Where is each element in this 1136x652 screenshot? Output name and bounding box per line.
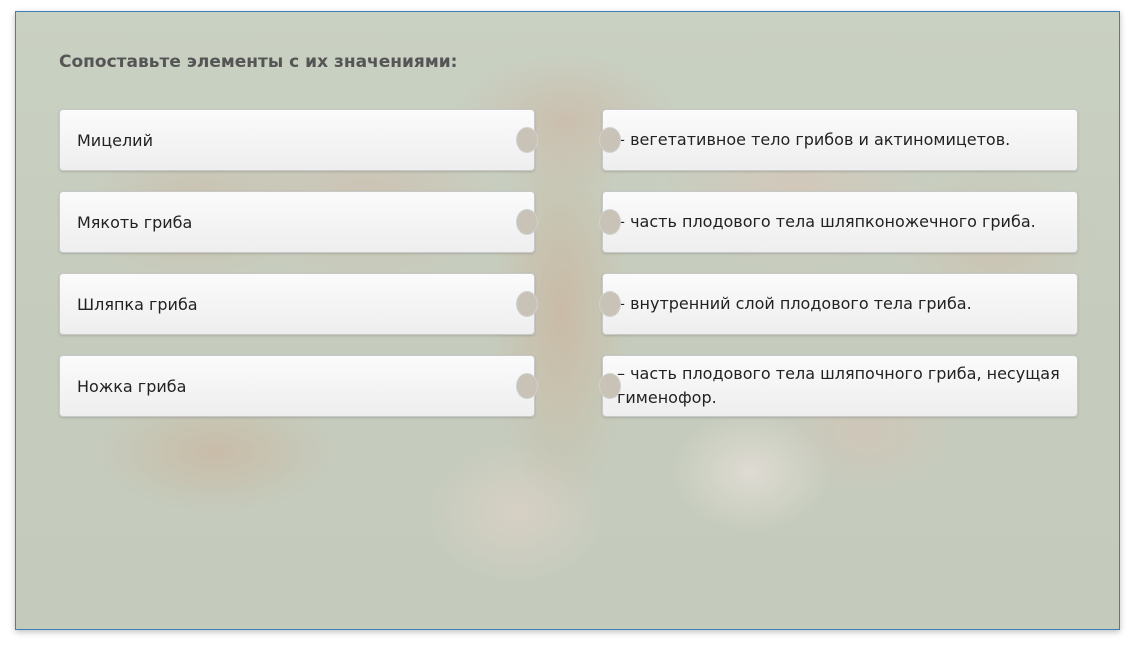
term-label: Шляпка гриба [77,294,198,314]
puzzle-socket-icon [516,127,538,153]
puzzle-socket-icon [599,291,621,317]
puzzle-socket-icon [599,209,621,235]
definition-label: – часть плодового тела шляпконожечного г… [617,212,1036,231]
term-card-3[interactable]: Шляпка гриба [59,273,538,335]
term-label: Мицелий [77,130,153,150]
definition-label: – вегетативное тело грибов и актиномицет… [617,130,1011,149]
puzzle-socket-icon [599,373,621,399]
definition-card-2[interactable]: – часть плодового тела шляпконожечного г… [599,191,1078,253]
puzzle-socket-icon [599,127,621,153]
quiz-slide: Сопоставьте элементы с их значениями: Ми… [15,11,1120,630]
puzzle-socket-icon [516,291,538,317]
definition-card-4[interactable]: – часть плодового тела шляпочного гриба,… [599,355,1078,417]
definition-card-1[interactable]: – вегетативное тело грибов и актиномицет… [599,109,1078,171]
question-title: Сопоставьте элементы с их значениями: [59,52,458,72]
definition-label: – внутренний слой плодового тела гриба. [617,294,972,313]
definition-card-3[interactable]: – внутренний слой плодового тела гриба. [599,273,1078,335]
term-label: Ножка гриба [77,376,187,396]
term-card-2[interactable]: Мякоть гриба [59,191,538,253]
term-label: Мякоть гриба [77,212,193,232]
term-card-4[interactable]: Ножка гриба [59,355,538,417]
puzzle-socket-icon [516,373,538,399]
definition-label: – часть плодового тела шляпочного гриба,… [617,364,1060,407]
puzzle-socket-icon [516,209,538,235]
term-card-1[interactable]: Мицелий [59,109,538,171]
